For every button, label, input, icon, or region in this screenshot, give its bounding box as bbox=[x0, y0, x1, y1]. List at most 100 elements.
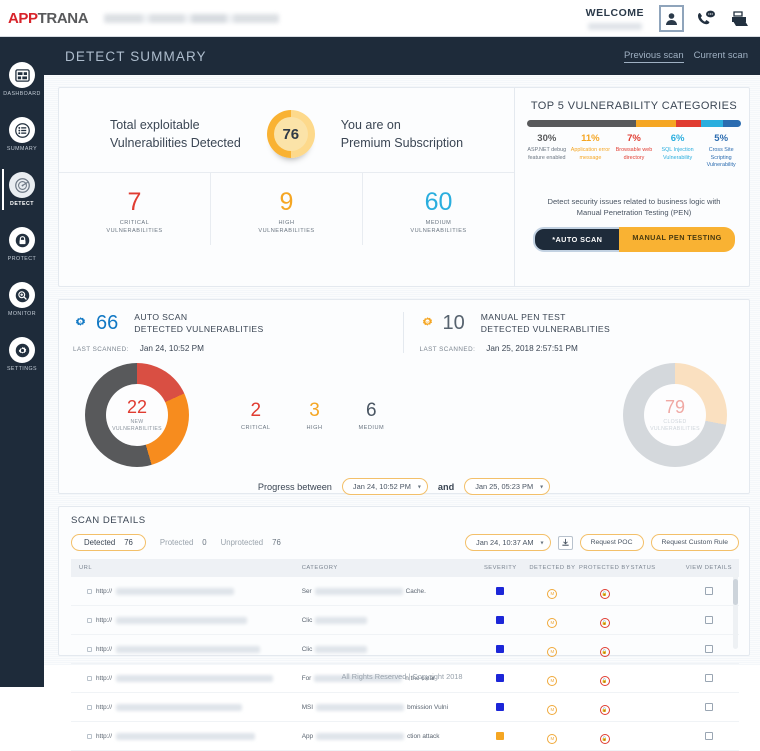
severity-indicator bbox=[496, 703, 505, 711]
cell-view-details[interactable] bbox=[678, 577, 739, 606]
cell-severity bbox=[474, 634, 527, 664]
view-details-icon[interactable] bbox=[704, 616, 713, 624]
manual-scan-top: M 10 MANUAL PEN TEST DETECTED VULNERABLI… bbox=[420, 312, 750, 335]
page-title: DETECT SUMMARY bbox=[65, 48, 207, 64]
logo-trana-text: TRANA bbox=[37, 9, 89, 27]
previous-scan-link[interactable]: Previous scan bbox=[623, 50, 684, 63]
cell-url[interactable]: http:// bbox=[71, 605, 302, 635]
row-checkbox[interactable] bbox=[87, 704, 92, 710]
row-checkbox[interactable] bbox=[87, 733, 92, 739]
sidebar-item-dashboard[interactable]: DASHBOARD bbox=[0, 59, 44, 100]
total-summary-row: Total exploitable Vulnerabilities Detect… bbox=[59, 88, 514, 172]
top5-percent: 11% bbox=[581, 133, 600, 144]
view-details-icon[interactable] bbox=[704, 587, 713, 595]
auto-scan-label-line1: AUTO SCAN bbox=[134, 312, 188, 322]
manual-scan-label: MANUAL PEN TEST DETECTED VULNERABLITIES bbox=[481, 312, 610, 335]
cell-view-details[interactable] bbox=[678, 692, 739, 722]
support-call-icon[interactable] bbox=[695, 8, 717, 30]
table-row[interactable]: http:// MSI bmission Vulni M 🔒 bbox=[71, 692, 739, 722]
category-suffix: Cache. bbox=[405, 587, 426, 595]
request-custom-rule-button[interactable]: Request Custom Rule bbox=[650, 534, 739, 551]
table-row[interactable]: http:// Clic M 🔒 bbox=[71, 605, 739, 635]
last-scanned-label: LAST SCANNED: bbox=[73, 346, 129, 353]
progress-to-dropdown[interactable]: Jan 25, 05:23 PM bbox=[464, 478, 551, 495]
column-header-url[interactable]: URL bbox=[71, 559, 302, 577]
column-header-severity[interactable]: SEVERITY bbox=[474, 559, 527, 577]
auto-scan-button[interactable]: *AUTO SCAN bbox=[533, 226, 622, 252]
column-header-status[interactable]: STATUS bbox=[630, 559, 679, 577]
scan-toggle-links: Previous scan Current scan bbox=[623, 50, 748, 63]
table-scrollbar-thumb[interactable] bbox=[733, 579, 738, 605]
cell-category: Clic bbox=[301, 634, 475, 664]
progress-from-dropdown[interactable]: Jan 24, 10:52 PM bbox=[341, 478, 428, 495]
column-header-view-details[interactable]: VIEW DETAILS bbox=[678, 559, 739, 577]
sidebar-item-monitor[interactable]: MONITOR bbox=[0, 279, 44, 320]
cell-category: MSI bmission Vulni bbox=[301, 692, 475, 722]
user-profile-icon[interactable] bbox=[659, 5, 684, 32]
cell-protected-by: 🔒 bbox=[578, 692, 631, 722]
sidebar-item-summary[interactable]: SUMMARY bbox=[0, 114, 44, 155]
manual-scan-count: 10 bbox=[442, 312, 465, 334]
cell-status bbox=[630, 634, 679, 664]
cell-view-details[interactable] bbox=[678, 721, 739, 751]
url-text: http:// bbox=[96, 587, 112, 595]
sidebar-item-settings[interactable]: SETTINGS bbox=[0, 334, 44, 375]
radar-icon bbox=[9, 172, 35, 198]
row-checkbox[interactable] bbox=[87, 588, 92, 594]
overview-left: Total exploitable Vulnerabilities Detect… bbox=[59, 88, 514, 286]
row-checkbox[interactable] bbox=[87, 646, 92, 652]
column-header-protected-by[interactable]: PROTECTED BY bbox=[578, 559, 631, 577]
download-icon[interactable] bbox=[557, 535, 573, 550]
url-redacted bbox=[116, 587, 234, 595]
protected-stat[interactable]: Protected 0 bbox=[160, 538, 207, 547]
url-redacted bbox=[116, 645, 260, 653]
table-row[interactable]: http:// App ction attack M 🔒 bbox=[71, 721, 739, 751]
view-details-icon[interactable] bbox=[704, 645, 713, 653]
welcome-block: WELCOME bbox=[586, 7, 644, 30]
cell-url[interactable]: http:// bbox=[71, 692, 302, 722]
protected-label: Protected bbox=[159, 538, 194, 547]
cell-view-details[interactable] bbox=[678, 634, 739, 664]
cell-protected-by: 🔒 bbox=[578, 577, 631, 606]
legend-critical: 2 CRITICAL bbox=[241, 400, 271, 431]
view-details-icon[interactable] bbox=[704, 732, 713, 740]
column-header-detected-by[interactable]: DETECTED BY bbox=[526, 559, 579, 577]
print-icon[interactable] bbox=[728, 8, 750, 30]
row-checkbox[interactable] bbox=[87, 617, 92, 623]
current-scan-link[interactable]: Current scan bbox=[694, 50, 748, 63]
cell-view-details[interactable] bbox=[678, 605, 739, 635]
sidebar-item-protect[interactable]: PROTECT bbox=[0, 224, 44, 265]
sidebar-item-detect[interactable]: DETECT bbox=[0, 169, 44, 210]
detected-label: Detected bbox=[84, 538, 116, 547]
request-poc-button[interactable]: Request POC bbox=[579, 534, 644, 551]
cell-detected-by: M bbox=[526, 721, 579, 751]
category-redacted bbox=[316, 732, 405, 740]
cell-url[interactable]: http:// bbox=[71, 721, 302, 751]
manual-pen-testing-button[interactable]: MANUAL PEN TESTING bbox=[619, 226, 735, 252]
table-scrollbar[interactable] bbox=[733, 573, 738, 649]
pen-test-note-line1: Detect security issues related to busine… bbox=[547, 196, 721, 206]
detected-by-manual-icon: M bbox=[547, 704, 558, 715]
url-text: http:// bbox=[96, 703, 112, 711]
scan-date-dropdown[interactable]: Jan 24, 10:37 AM bbox=[465, 534, 551, 551]
url-redacted bbox=[116, 616, 247, 624]
table-body: http:// Ser Cache. M 🔒 http:// Clic M 🔒 http:// Cl… bbox=[71, 577, 739, 751]
unprotected-stat[interactable]: Unprotected 76 bbox=[221, 538, 281, 547]
cell-url[interactable]: http:// bbox=[71, 577, 302, 606]
table-row[interactable]: http:// Ser Cache. M 🔒 bbox=[71, 577, 739, 606]
protected-by-lock-icon: 🔒 bbox=[599, 734, 610, 744]
sidebar-nav: DASHBOARD SUMMARY DETECT PROTECT MONITOR… bbox=[0, 37, 44, 687]
detected-filter-pill[interactable]: Detected 76 bbox=[71, 534, 146, 551]
cell-url[interactable]: http:// bbox=[71, 634, 302, 664]
cell-detected-by: M bbox=[526, 692, 579, 722]
top5-bar-segment bbox=[701, 120, 723, 127]
app-logo[interactable]: APPTRANA bbox=[8, 9, 89, 27]
table-row[interactable]: http:// Clic M 🔒 bbox=[71, 634, 739, 664]
view-details-icon[interactable] bbox=[704, 703, 713, 711]
auto-scan-block: A 66 AUTO SCAN DETECTED VULNERABLITIES L… bbox=[59, 312, 403, 353]
manual-pen-test-block: M 10 MANUAL PEN TEST DETECTED VULNERABLI… bbox=[402, 312, 750, 353]
header-actions: WELCOME bbox=[586, 0, 750, 37]
pen-test-note: Detect security issues related to busine… bbox=[525, 196, 743, 218]
legend-high: 3 HIGH bbox=[307, 400, 323, 431]
column-header-category[interactable]: CATEGORY bbox=[301, 559, 475, 577]
